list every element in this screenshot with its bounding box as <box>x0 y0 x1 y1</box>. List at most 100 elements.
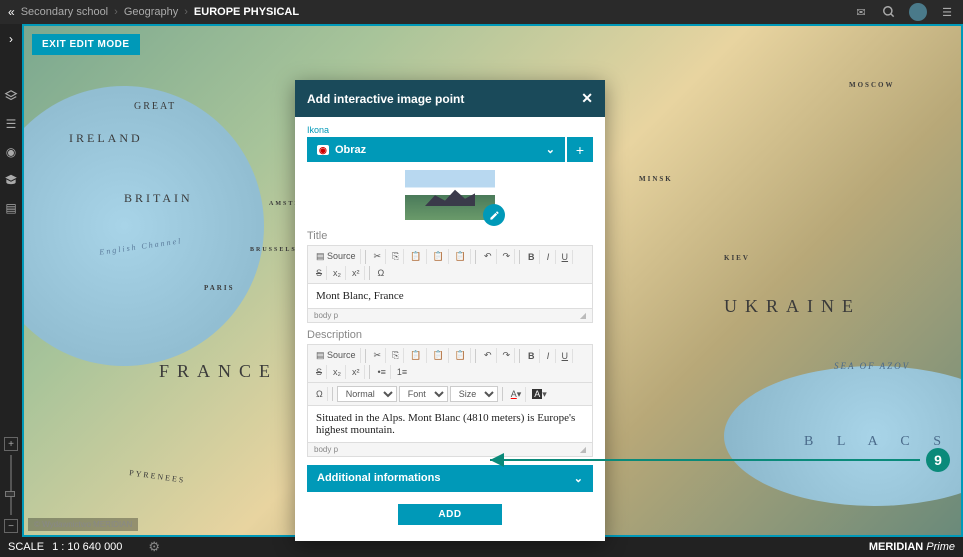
pin-icon[interactable]: ◉ <box>3 144 19 160</box>
description-toolbar-2: Ω Normal Font Size A▾ A▾ <box>308 383 592 406</box>
title-element-path: body p <box>314 311 338 320</box>
bold-button[interactable]: B <box>524 349 540 363</box>
expand-right-icon[interactable]: › <box>9 32 13 46</box>
image-thumbnail <box>405 170 495 220</box>
subscript-button[interactable]: x₂ <box>329 365 346 379</box>
omega-button[interactable]: Ω <box>312 387 328 401</box>
map-label-sea-azov: SEA OF AZOV <box>834 361 910 371</box>
callout-number: 9 <box>926 448 950 472</box>
underline-button[interactable]: U <box>558 349 574 363</box>
gear-icon[interactable]: ⚙ <box>148 539 160 555</box>
icon-field-label: Ikona <box>307 125 593 135</box>
chevron-right-icon: › <box>184 6 188 18</box>
title-field-label: Title <box>307 230 593 242</box>
breadcrumb-item-school[interactable]: Secondary school <box>21 6 108 18</box>
add-button[interactable]: ADD <box>398 504 501 525</box>
scale-display: SCALE 1 : 10 640 000 ⚙ <box>8 539 160 555</box>
undo-button[interactable]: ↶ <box>480 249 497 264</box>
add-icon-button[interactable]: + <box>567 137 593 162</box>
description-element-path: body p <box>314 445 338 454</box>
close-icon[interactable]: ✕ <box>581 90 593 107</box>
bullet-list-button[interactable]: •≡ <box>374 365 391 379</box>
paste-button[interactable]: 📋 <box>406 348 426 363</box>
bold-button[interactable]: B <box>524 250 540 264</box>
chevron-down-icon: ⌄ <box>546 143 555 156</box>
map-city-brussels: BRUSSELS <box>250 247 297 253</box>
book-icon[interactable]: ▤ <box>3 200 19 216</box>
description-input[interactable]: Situated in the Alps. Mont Blanc (4810 m… <box>308 406 592 442</box>
cut-button[interactable]: ✂ <box>370 348 387 363</box>
select-value: Obraz <box>335 144 366 156</box>
mail-icon[interactable]: ✉ <box>853 4 869 20</box>
map-city-kiev: KIEV <box>724 254 750 262</box>
title-toolbar: ▤ Source ✂ ⎘ 📋 📋 📋 ↶ ↷ B I U S x₂ x² Ω <box>308 246 592 284</box>
text-color-button[interactable]: A▾ <box>507 387 527 402</box>
size-select[interactable]: Size <box>450 386 498 402</box>
zoom-controls: + − <box>0 437 22 537</box>
breadcrumb-item-current: EUROPE PHYSICAL <box>194 6 299 18</box>
paste-text-button[interactable]: 📋 <box>429 348 449 363</box>
brand-sub: Prime <box>926 541 955 553</box>
title-editor: ▤ Source ✂ ⎘ 📋 📋 📋 ↶ ↷ B I U S x₂ x² Ω <box>307 245 593 323</box>
modal-header: Add interactive image point ✕ <box>295 80 605 117</box>
underline-button[interactable]: U <box>558 250 574 264</box>
strike-button[interactable]: S <box>312 266 327 280</box>
chevron-right-icon: › <box>114 6 118 18</box>
copy-button[interactable]: ⎘ <box>388 348 404 363</box>
accordion-label: Additional informations <box>317 472 440 485</box>
search-icon[interactable] <box>881 4 897 20</box>
edit-image-button[interactable] <box>483 204 505 226</box>
superscript-button[interactable]: x² <box>348 365 365 379</box>
description-toolbar-1: ▤ Source ✂ ⎘ 📋 📋 📋 ↶ ↷ B I U S x₂ x² •≡ … <box>308 345 592 383</box>
font-select[interactable]: Font <box>399 386 448 402</box>
map-label-pyrenees: PYRENEES <box>129 468 186 485</box>
list-icon[interactable]: ☰ <box>3 116 19 132</box>
graduation-icon[interactable] <box>3 172 19 188</box>
strike-button[interactable]: S <box>312 365 327 379</box>
modal-title: Add interactive image point <box>307 92 464 106</box>
subscript-button[interactable]: x₂ <box>329 266 346 280</box>
layers-icon[interactable] <box>3 88 19 104</box>
scale-label: SCALE <box>8 541 44 553</box>
format-select[interactable]: Normal <box>337 386 397 402</box>
map-city-moscow: MOSCOW <box>849 81 894 89</box>
zoom-slider-track[interactable] <box>10 455 12 515</box>
title-input[interactable]: Mont Blanc, France <box>308 284 592 308</box>
brand-logo: MERIDIAN Prime <box>869 541 955 553</box>
avatar-icon[interactable] <box>909 3 927 21</box>
source-button[interactable]: ▤ Source <box>312 348 361 363</box>
paste-word-button[interactable]: 📋 <box>451 249 471 264</box>
copy-button[interactable]: ⎘ <box>388 249 404 264</box>
brand-main: MERIDIAN <box>869 541 923 553</box>
italic-button[interactable]: I <box>542 349 556 363</box>
paste-button[interactable]: 📋 <box>406 249 426 264</box>
omega-button[interactable]: Ω <box>374 266 389 280</box>
map-label-france: FRANCE <box>159 361 278 382</box>
zoom-slider-handle[interactable] <box>5 491 15 497</box>
resize-grip[interactable]: ◢ <box>580 311 586 320</box>
redo-button[interactable]: ↷ <box>499 348 516 363</box>
paste-word-button[interactable]: 📋 <box>451 348 471 363</box>
breadcrumb: « Secondary school › Geography › EUROPE … <box>8 5 299 19</box>
redo-button[interactable]: ↷ <box>499 249 516 264</box>
bg-color-button[interactable]: A▾ <box>528 387 551 402</box>
source-button[interactable]: ▤ Source <box>312 249 361 264</box>
chevron-left-icon[interactable]: « <box>8 5 15 19</box>
menu-icon[interactable]: ☰ <box>939 4 955 20</box>
paste-text-button[interactable]: 📋 <box>429 249 449 264</box>
number-list-button[interactable]: 1≡ <box>393 365 411 379</box>
superscript-button[interactable]: x² <box>348 266 365 280</box>
italic-button[interactable]: I <box>542 250 556 264</box>
map-city-minsk: MINSK <box>639 175 673 183</box>
zoom-in-button[interactable]: + <box>4 437 18 451</box>
zoom-out-button[interactable]: − <box>4 519 18 533</box>
description-field-label: Description <box>307 329 593 341</box>
map-label-great: GREAT <box>134 101 176 112</box>
map-label-ireland: IRELAND <box>69 131 143 146</box>
undo-button[interactable]: ↶ <box>480 348 497 363</box>
breadcrumb-item-subject[interactable]: Geography <box>124 6 178 18</box>
icon-type-select[interactable]: ◉ Obraz ⌄ <box>307 137 565 162</box>
map-label-ukraine: UKRAINE <box>724 296 861 317</box>
cut-button[interactable]: ✂ <box>370 249 387 264</box>
app-header: « Secondary school › Geography › EUROPE … <box>0 0 963 24</box>
